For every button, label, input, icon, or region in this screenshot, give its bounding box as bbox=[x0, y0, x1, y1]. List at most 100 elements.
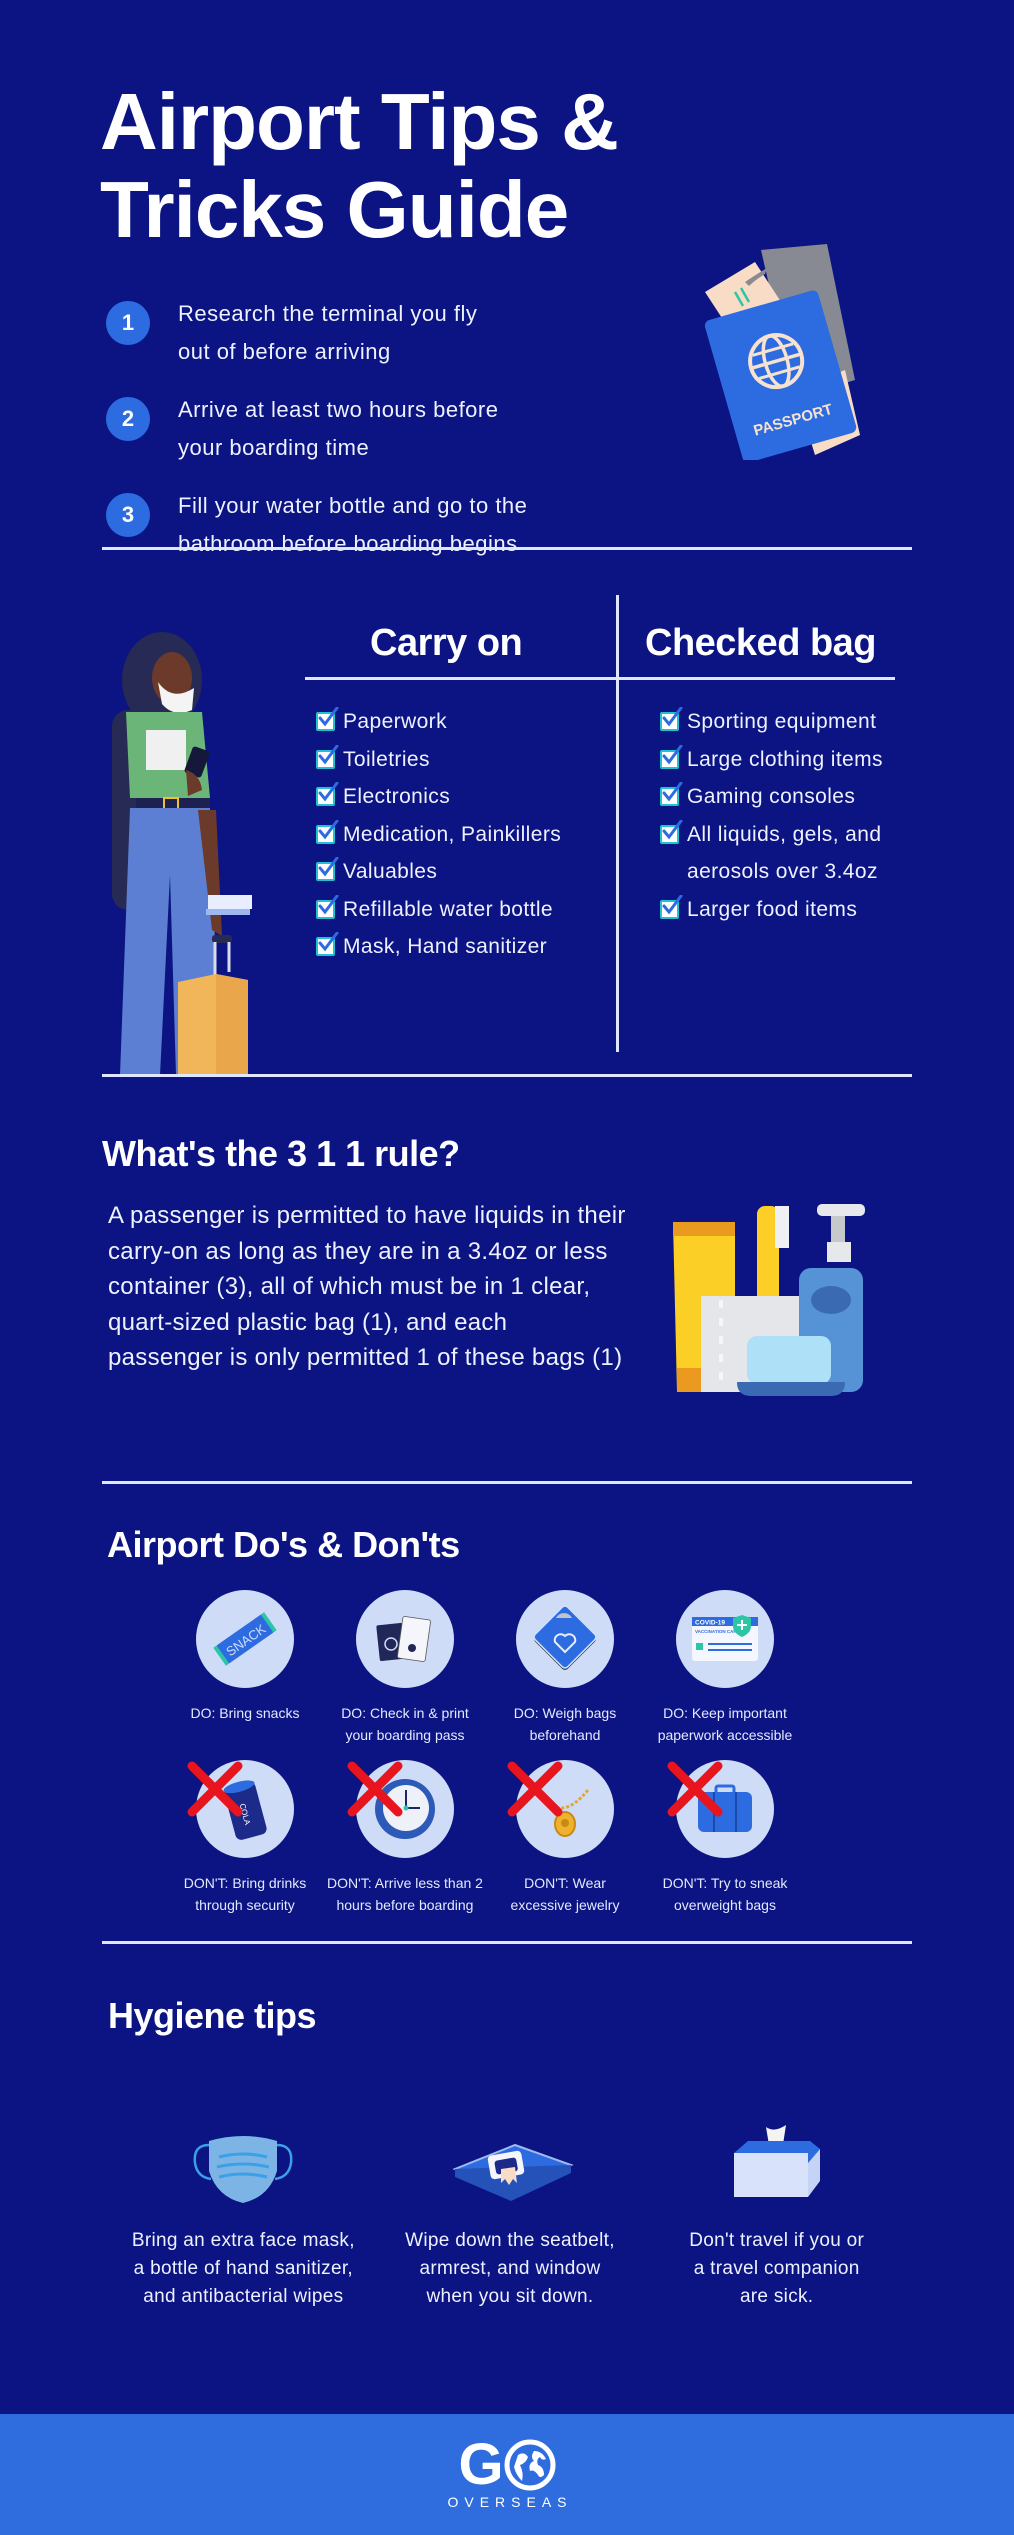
tip-item: 1 Research the terminal you fly out of b… bbox=[106, 295, 626, 371]
hygiene-tip-text: Wipe down the seatbelt, armrest, and win… bbox=[405, 2230, 615, 2307]
do-caption: DO: Weigh bags beforehand bbox=[513, 1705, 617, 1743]
checked-bag-heading: Checked bag bbox=[645, 622, 877, 664]
tip-text: Arrive at least two hours before your bo… bbox=[178, 397, 499, 460]
dont-item: DON'T: Wear excessive jewelry bbox=[485, 1760, 645, 1916]
checklist-item-label: Larger food items bbox=[687, 897, 858, 921]
checkbox-checked-icon bbox=[660, 894, 683, 919]
globe-icon bbox=[504, 2439, 556, 2491]
number-badge: 2 bbox=[106, 397, 150, 441]
vax-card-title: COVID-19 bbox=[695, 1620, 725, 1627]
toiletries-icon bbox=[673, 1204, 865, 1396]
rule-311-body: A passenger is permitted to have liquids… bbox=[108, 1202, 626, 1371]
checklist-item-label: Paperwork bbox=[343, 710, 447, 733]
icon-circle bbox=[516, 1590, 614, 1688]
header-underline bbox=[305, 677, 895, 680]
dont-item: DON'T: Try to sneak overweight bags bbox=[645, 1760, 805, 1916]
hygiene-tip-text: Bring an extra face mask, a bottle of ha… bbox=[131, 2230, 355, 2307]
dont-item: COLA DON'T: Bring drinks through securit… bbox=[165, 1760, 325, 1916]
checkbox-checked-icon bbox=[316, 782, 339, 806]
x-mark-icon bbox=[347, 1761, 403, 1817]
checklist-item: Medication, Painkillers bbox=[316, 816, 606, 854]
dos-donts-heading: Airport Do's & Don'ts bbox=[107, 1524, 460, 1565]
donts-row: COLA DON'T: Bring drinks through securit… bbox=[165, 1760, 805, 1916]
column-divider bbox=[616, 595, 619, 1052]
checklist-item-label: Electronics bbox=[343, 785, 451, 808]
x-mark-icon bbox=[507, 1761, 563, 1817]
tip-item: 2 Arrive at least two hours before your … bbox=[106, 391, 626, 467]
checklist-item: Large clothing items bbox=[660, 741, 920, 779]
hygiene-heading: Hygiene tips bbox=[108, 1995, 317, 2036]
checklist-item-label: Toiletries bbox=[343, 747, 430, 771]
logo-subtitle: OVERSEAS bbox=[447, 2494, 573, 2510]
hygiene-tips-row: Bring an extra face mask, a bottle of ha… bbox=[110, 2090, 910, 2311]
icon-circle: SNACK bbox=[196, 1590, 294, 1688]
section-divider bbox=[102, 547, 912, 550]
section-divider bbox=[102, 1481, 912, 1484]
hygiene-tip: Don't travel if you or a travel companio… bbox=[643, 2090, 910, 2311]
do-item: DO: Weigh bags beforehand bbox=[485, 1590, 645, 1746]
traveler-illustration-icon bbox=[112, 632, 252, 1075]
icon-circle bbox=[507, 1760, 614, 1858]
vaccination-card-icon: COVID-19 VACCINATION CARD bbox=[692, 1615, 758, 1661]
checklist-item: Gaming consoles bbox=[660, 778, 920, 816]
checklist-item-label: Valuables bbox=[343, 860, 438, 883]
do-caption: DO: Bring snacks bbox=[190, 1705, 300, 1721]
checkbox-checked-icon bbox=[316, 857, 339, 881]
footer-brand-bar: G OVERSEAS bbox=[0, 2414, 1014, 2535]
rule-311-heading: What's the 3 1 1 rule? bbox=[102, 1133, 460, 1174]
do-item: COVID-19 VACCINATION CARD DO: Keep impor… bbox=[645, 1590, 805, 1746]
number-badge: 1 bbox=[106, 301, 150, 345]
do-item: SNACK DO: Bring snacks bbox=[165, 1590, 325, 1746]
section-divider bbox=[102, 1941, 912, 1944]
checked-bag-list: Sporting equipment Large clothing items Ga… bbox=[660, 703, 920, 928]
checkbox-checked-icon bbox=[316, 744, 339, 769]
hygiene-tip: Wipe down the seatbelt, armrest, and win… bbox=[377, 2090, 644, 2311]
dont-caption: DON'T: Bring drinks through security bbox=[183, 1875, 307, 1913]
title-line-2: Tricks Guide bbox=[100, 165, 569, 254]
checkbox-checked-icon bbox=[660, 782, 683, 806]
hygiene-art bbox=[183, 2090, 303, 2205]
dont-caption: DON'T: Wear excessive jewelry bbox=[510, 1875, 620, 1913]
hygiene-art bbox=[722, 2090, 832, 2205]
checklist-item-label: All liquids, gels, and aerosols over 3.4… bbox=[687, 822, 882, 884]
icon-circle: COLA bbox=[187, 1760, 294, 1858]
passport-boarding-pass-icon bbox=[376, 1616, 431, 1662]
checklist-item: Paperwork bbox=[316, 703, 606, 741]
icon-circle bbox=[356, 1590, 454, 1688]
checklist-item-label: Refillable water bottle bbox=[343, 897, 553, 921]
page-title: Airport Tips & Tricks Guide bbox=[100, 77, 619, 254]
do-caption: DO: Check in & print your boarding pass bbox=[341, 1705, 469, 1743]
dont-caption: DON'T: Arrive less than 2 hours before b… bbox=[327, 1875, 483, 1913]
scale-icon bbox=[533, 1605, 597, 1670]
checklist-item: Mask, Hand sanitizer bbox=[316, 928, 606, 966]
checkbox-checked-icon bbox=[316, 707, 339, 731]
checklist-item: Sporting equipment bbox=[660, 703, 920, 741]
tissue-box-icon bbox=[733, 2125, 820, 2197]
carry-on-heading: Carry on bbox=[370, 622, 523, 664]
tips-list: 1 Research the terminal you fly out of b… bbox=[106, 295, 626, 583]
tip-item: 3 Fill your water bottle and go to the b… bbox=[106, 487, 626, 563]
checkbox-checked-icon bbox=[316, 819, 339, 844]
hygiene-tip: Bring an extra face mask, a bottle of ha… bbox=[110, 2090, 377, 2311]
infographic-page: Airport Tips & Tricks Guide 1 Research t… bbox=[0, 0, 1014, 2535]
snack-icon: SNACK bbox=[213, 1612, 277, 1666]
dont-item: DON'T: Arrive less than 2 hours before b… bbox=[325, 1760, 485, 1916]
do-caption: DO: Keep important paperwork accessible bbox=[657, 1705, 793, 1743]
go-overseas-logo[interactable]: G bbox=[458, 2432, 556, 2497]
section-divider bbox=[102, 1074, 912, 1077]
hygiene-art bbox=[445, 2090, 575, 2205]
title-line-1: Airport Tips & bbox=[100, 77, 619, 166]
icon-circle: COVID-19 VACCINATION CARD bbox=[676, 1590, 774, 1688]
x-mark-icon bbox=[187, 1761, 243, 1817]
face-mask-icon bbox=[193, 2136, 293, 2203]
checklist-item-label: Sporting equipment bbox=[687, 710, 877, 733]
tip-text: Fill your water bottle and go to the bat… bbox=[178, 493, 528, 556]
icon-circle bbox=[347, 1760, 454, 1858]
x-mark-icon bbox=[667, 1761, 723, 1817]
checklist-item-label: Mask, Hand sanitizer bbox=[343, 935, 548, 958]
checklist-item-label: Medication, Painkillers bbox=[343, 822, 562, 846]
logo-letter-g: G bbox=[458, 2432, 504, 2497]
checklist-item: Larger food items bbox=[660, 891, 920, 929]
dos-row: SNACK DO: Bring snacks DO: Check in & pr… bbox=[165, 1590, 805, 1746]
passport-icon: PASSPORT bbox=[704, 244, 860, 460]
